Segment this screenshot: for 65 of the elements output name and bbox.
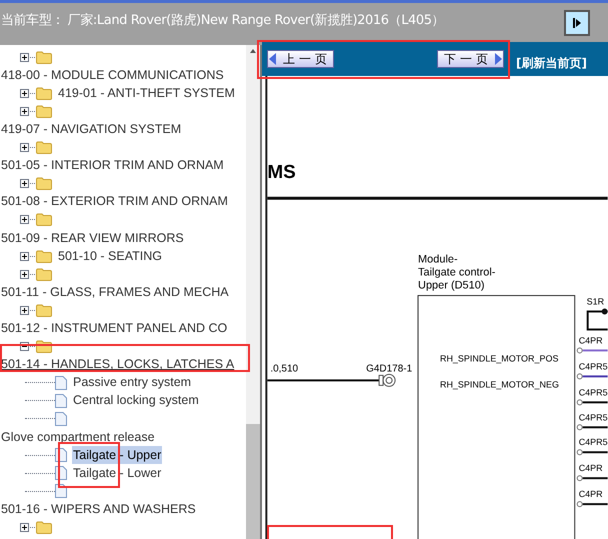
wire-label: .0,510 [270,363,298,374]
previous-page-button[interactable]: 上 一 页 [267,50,334,68]
scrollbar-thumb[interactable] [246,424,260,539]
expand-icon[interactable] [20,522,29,532]
tree-item-label[interactable]: 501-10 - SEATING [58,246,162,266]
folder-icon [36,177,52,190]
next-page-button[interactable]: 下 一 页 [437,50,504,68]
tree-section-label[interactable]: 501-14 - HANDLES, LOCKS, LATCHES A [1,355,234,374]
pin-label: C4PR5 [578,437,608,448]
expand-icon[interactable] [20,215,29,224]
tree-section-label[interactable]: Glove compartment release [1,428,155,446]
pin-label: C4PR [578,463,603,474]
pin-label: C4PR5 [578,412,608,422]
module-label: Upper (D510) [418,280,484,292]
annotation-box [58,442,120,488]
folder-icon [36,86,52,100]
folder-icon [36,268,52,281]
expand-icon[interactable] [20,306,29,315]
pin-label: C4PR5 [578,361,608,372]
document-icon [55,412,67,426]
signal-label: RH_SPINDLE_MOTOR_POS [440,353,558,364]
tree-section-label[interactable]: 501-05 - INTERIOR TRIM AND ORNAM [1,156,224,175]
expand-icon[interactable] [20,106,29,116]
diagram-title: MS [267,162,296,183]
folder-icon [36,141,52,154]
document-icon [55,394,67,408]
right-arrow-icon [572,17,582,29]
switch-label: S1R [586,296,604,306]
right-arrow-icon [494,52,503,66]
folder-icon [36,213,52,226]
expand-icon[interactable] [20,143,29,152]
folder-icon [36,520,52,534]
folder-icon [36,104,52,118]
document-icon [55,376,67,390]
tree-section-label[interactable]: 501-09 - REAR VIEW MIRRORS [1,228,184,248]
left-arrow-icon [268,52,277,66]
tree-section-label[interactable]: 501-12 - INSTRUMENT PANEL AND CO [1,319,228,338]
tree-section-label[interactable]: 419-07 - NAVIGATION SYSTEM [1,120,182,139]
tree-item-label[interactable]: 419-01 - ANTI-THEFT SYSTEM [58,84,235,103]
expand-icon[interactable] [20,252,29,261]
refresh-page-link[interactable]: [刷新当前页] [516,54,587,72]
tree-section-label[interactable]: 418-00 - MODULE COMMUNICATIONS [1,66,224,85]
tree-section-label[interactable]: 501-08 - EXTERIOR TRIM AND ORNAM [1,192,228,212]
expand-icon[interactable] [20,179,29,188]
signal-label: RH_SPINDLE_MOTOR_NEG [440,379,559,390]
connector-label: G4D178-1 [366,363,412,374]
expand-icon[interactable] [20,270,29,279]
expand-icon[interactable] [20,88,29,98]
folder-icon [36,250,52,263]
folder-icon [36,304,52,317]
scrollbar[interactable] [246,45,260,539]
module-label: Module- [418,254,458,266]
pin-label: C4PR [578,489,603,500]
expand-icon[interactable] [20,52,29,62]
tree-section-label[interactable]: 501-11 - GLASS, FRAMES AND MECHA [1,282,229,302]
tree-item-label[interactable]: Tailgate - Upper [72,446,162,464]
module-label: Tailgate control- [418,266,496,279]
switch-symbol [586,308,608,330]
connector-symbol [378,374,396,387]
folder-icon [36,50,52,64]
panel-toggle-button[interactable] [564,10,590,36]
pin-label: C4PR5 [578,387,608,398]
tree-section-label[interactable]: 501-16 - WIPERS AND WASHERS [1,500,196,519]
vehicle-title: 当前车型： 厂家:Land Rover(路虎)New Range Rover(新揽胜)2016（L405） [1,12,444,30]
pin-label: C4PR [578,335,603,346]
